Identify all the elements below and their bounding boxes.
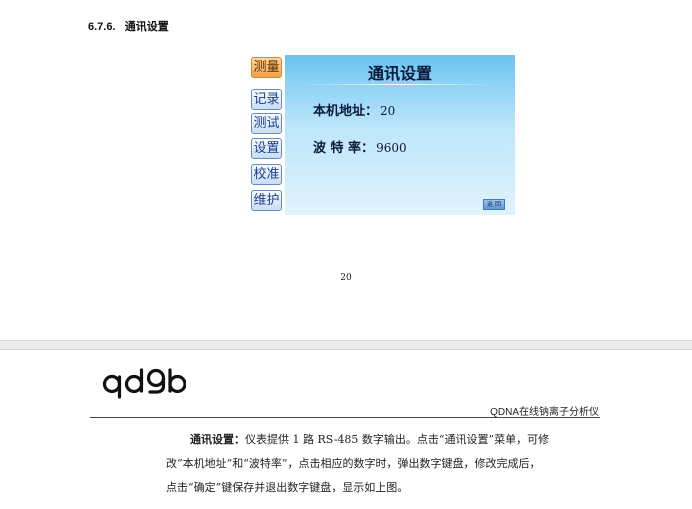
document-page-top: 6.7.6. 通讯设置 测量 记录 测试 设置 校准 维护 通讯设置 本机地址：… xyxy=(0,0,692,340)
paragraph-line-3: 点击“确定”键保存并退出数字键盘，显示如上图。 xyxy=(166,481,409,494)
address-value: 20 xyxy=(380,104,396,118)
page-number: 20 xyxy=(340,273,352,283)
section-heading: 6.7.6. 通讯设置 xyxy=(88,21,169,33)
baud-value: 9600 xyxy=(376,141,407,155)
qdqb-logo xyxy=(102,366,187,404)
body-paragraph: 通讯设置：仪表提供 1 路 RS-485 数字输出。点击“通讯设置”菜单，可修 … xyxy=(166,428,606,500)
device-main-panel: 通讯设置 本机地址： 20 波 特 率： 9600 返 回 xyxy=(285,55,515,215)
menu-button-measure: 测量 xyxy=(251,57,282,78)
title-divider xyxy=(299,84,499,85)
paragraph-text-1: 仪表提供 1 路 RS-485 数字输出。点击“通讯设置”菜单，可修 xyxy=(245,433,550,446)
document-page-bottom: QDNA在线钠离子分析仪 通讯设置：仪表提供 1 路 RS-485 数字输出。点… xyxy=(0,350,692,509)
screen-title: 通讯设置 xyxy=(367,64,432,83)
back-button: 返 回 xyxy=(483,199,505,210)
menu-button-settings: 设置 xyxy=(251,138,282,159)
header-rule xyxy=(90,417,600,418)
menu-button-test: 测试 xyxy=(251,113,282,134)
paragraph-bold-lead: 通讯设置： xyxy=(190,433,245,446)
logo-mark xyxy=(102,368,187,399)
paragraph-line-1: 通讯设置：仪表提供 1 路 RS-485 数字输出。点击“通讯设置”菜单，可修 xyxy=(166,428,606,452)
baud-label: 波 特 率： xyxy=(313,141,375,156)
device-side-menu: 测量 记录 测试 设置 校准 维护 xyxy=(249,55,285,215)
product-name: QDNA在线钠离子分析仪 xyxy=(490,407,599,418)
device-screen-image: 测量 记录 测试 设置 校准 维护 通讯设置 本机地址： 20 波 特 率： 960… xyxy=(249,55,515,215)
menu-button-record: 记录 xyxy=(251,89,282,110)
menu-button-maintain: 维护 xyxy=(251,190,282,211)
menu-button-calibrate: 校准 xyxy=(251,164,282,185)
address-label: 本机地址： xyxy=(313,104,379,119)
baud-row: 波 特 率： 9600 xyxy=(313,137,407,156)
address-row: 本机地址： 20 xyxy=(313,100,395,119)
page-separator xyxy=(0,340,692,350)
paragraph-line-2: 改“本机地址”和“波特率”，点击相应的数字时，弹出数字键盘，修改完成后， xyxy=(166,457,541,470)
